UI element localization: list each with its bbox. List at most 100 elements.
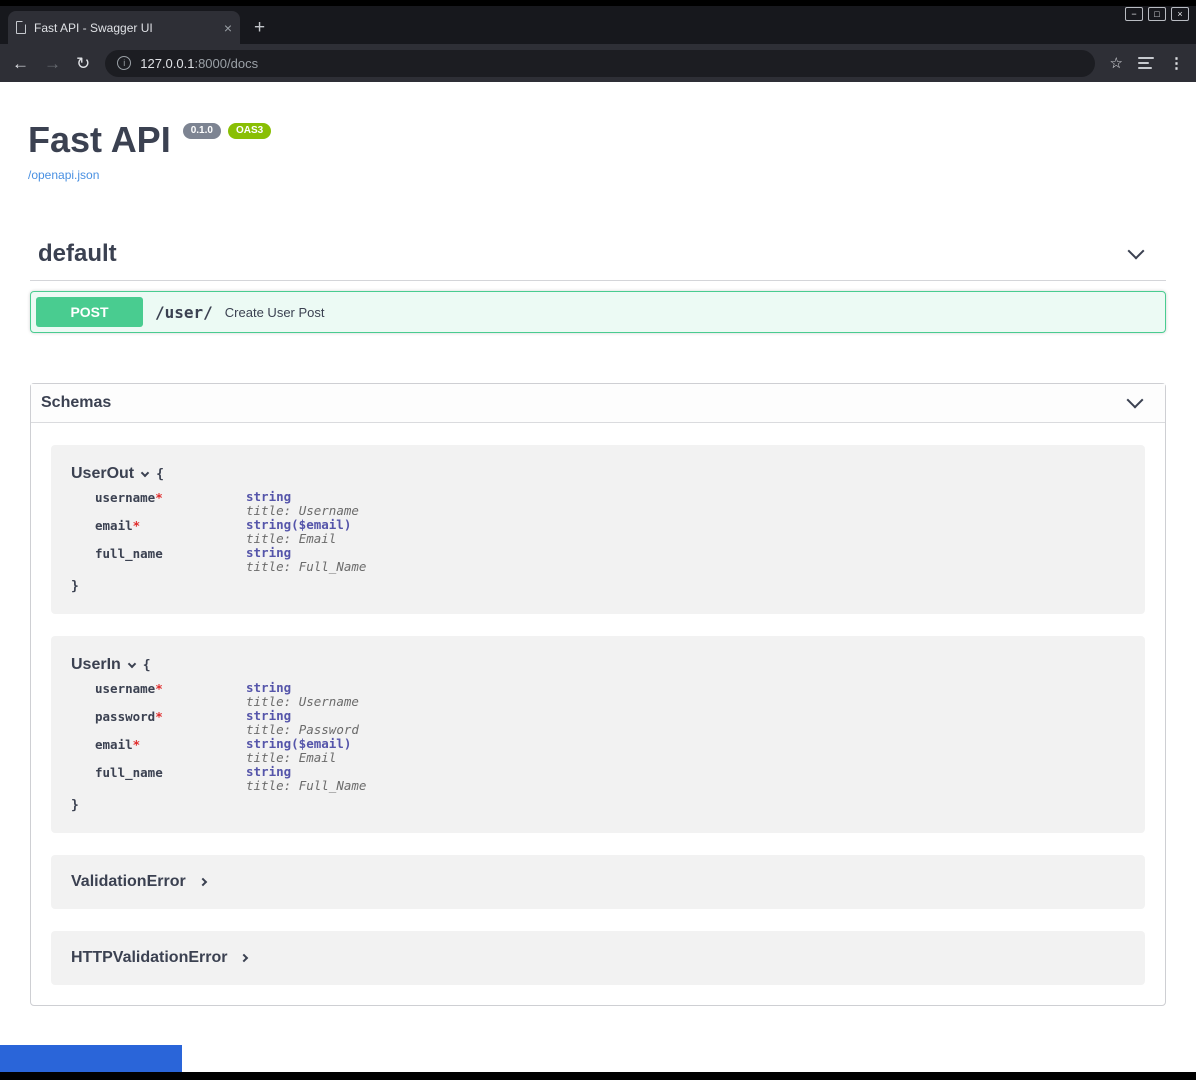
chevron-right-icon[interactable] xyxy=(198,878,206,886)
property-row: username*stringtitle: Username xyxy=(95,681,1125,709)
property-details: stringtitle: Full_Name xyxy=(246,546,366,574)
model-header[interactable]: UserIn{ xyxy=(71,656,1125,674)
property-name-cell: username* xyxy=(95,490,246,518)
property-name-cell: email* xyxy=(95,737,246,765)
schemas-header[interactable]: Schemas xyxy=(31,384,1165,423)
reload-icon[interactable]: ↻ xyxy=(76,55,90,72)
property-type: string xyxy=(246,680,291,695)
property-row: full_name stringtitle: Full_Name xyxy=(95,765,1125,793)
schemas-models: UserOut{username*stringtitle: Usernameem… xyxy=(31,423,1165,1005)
property-title-value: Username xyxy=(299,503,359,518)
browser-menu-icon[interactable]: ⋮ xyxy=(1169,55,1184,72)
window-bottom-border xyxy=(0,1072,1196,1080)
chevron-down-icon[interactable] xyxy=(1128,243,1145,260)
schemas-section: Schemas UserOut{username*stringtitle: Us… xyxy=(30,383,1166,1006)
model-header[interactable]: HTTPValidationError xyxy=(71,949,1125,967)
tab-title: Fast API - Swagger UI xyxy=(34,21,216,35)
property-details: stringtitle: Username xyxy=(246,681,359,709)
window-controls: − □ × xyxy=(1125,7,1189,21)
back-icon[interactable]: ← xyxy=(12,55,29,72)
property-title-value: Username xyxy=(299,694,359,709)
property-title-line: title: Email xyxy=(246,751,351,765)
property-type-line: string xyxy=(246,765,366,779)
model-UserOut: UserOut{username*stringtitle: Usernameem… xyxy=(51,445,1145,614)
property-type-line: string xyxy=(246,709,359,723)
address-bar[interactable]: i 127.0.0.1:8000/docs xyxy=(105,50,1094,77)
model-properties: username*stringtitle: Usernamepassword*s… xyxy=(95,681,1125,793)
endpoint-summary: Create User Post xyxy=(225,305,325,320)
property-name: full_name xyxy=(95,765,163,780)
property-type: string xyxy=(246,489,291,504)
url-path: :8000/docs xyxy=(194,56,258,71)
forward-icon[interactable]: → xyxy=(44,55,61,72)
property-details: string($email)title: Email xyxy=(246,737,351,765)
required-star: * xyxy=(155,490,163,505)
tag-header-default[interactable]: default xyxy=(30,240,1166,281)
openapi-json-link[interactable]: /openapi.json xyxy=(28,168,99,182)
chevron-down-icon[interactable] xyxy=(1127,392,1144,409)
endpoint-post-user[interactable]: POST /user/ Create User Post xyxy=(30,291,1166,333)
version-badge: 0.1.0 xyxy=(183,123,221,139)
property-title-label: title: xyxy=(246,778,291,793)
property-name-cell: password* xyxy=(95,709,246,737)
page-title: Fast API xyxy=(28,120,171,160)
property-title-value: Email xyxy=(299,531,337,546)
property-name: email xyxy=(95,518,133,533)
property-row: password*stringtitle: Password xyxy=(95,709,1125,737)
property-title-label: title: xyxy=(246,559,291,574)
property-title-label: title: xyxy=(246,531,291,546)
property-title-line: title: Username xyxy=(246,504,359,518)
url-text: 127.0.0.1:8000/docs xyxy=(140,56,258,71)
site-info-icon[interactable]: i xyxy=(117,56,131,70)
property-details: stringtitle: Password xyxy=(246,709,359,737)
required-star: * xyxy=(155,681,163,696)
property-title-label: title: xyxy=(246,722,291,737)
model-properties: username*stringtitle: Usernameemail*stri… xyxy=(95,490,1125,574)
tab-close-icon[interactable]: × xyxy=(224,21,232,35)
property-format: ($email) xyxy=(291,517,351,532)
model-header[interactable]: ValidationError xyxy=(71,873,1125,891)
tag-title: default xyxy=(38,240,117,268)
property-name: password xyxy=(95,709,155,724)
property-name-cell: full_name xyxy=(95,546,246,574)
property-title-label: title: xyxy=(246,694,291,709)
property-type: string xyxy=(246,764,291,779)
required-star: * xyxy=(133,737,141,752)
chevron-down-icon[interactable] xyxy=(141,468,149,476)
property-format: ($email) xyxy=(291,736,351,751)
close-brace: } xyxy=(71,798,1125,813)
property-details: stringtitle: Username xyxy=(246,490,359,518)
property-title-line: title: Full_Name xyxy=(246,560,366,574)
window-titlebar: − □ × Fast API - Swagger UI × + xyxy=(0,6,1196,44)
chevron-right-icon[interactable] xyxy=(240,954,248,962)
property-title-line: title: Full_Name xyxy=(246,779,366,793)
open-brace: { xyxy=(143,658,151,673)
property-title-value: Full_Name xyxy=(299,778,367,793)
status-bubble xyxy=(0,1045,182,1072)
property-title-label: title: xyxy=(246,503,291,518)
reading-list-icon[interactable] xyxy=(1138,57,1154,69)
property-type-line: string xyxy=(246,546,366,560)
browser-toolbar: ← → ↻ i 127.0.0.1:8000/docs ☆ ⋮ xyxy=(0,44,1196,82)
property-type-line: string xyxy=(246,681,359,695)
close-button[interactable]: × xyxy=(1171,7,1189,21)
property-title-label: title: xyxy=(246,750,291,765)
property-title-value: Email xyxy=(299,750,337,765)
open-brace: { xyxy=(156,467,164,482)
property-type-line: string xyxy=(246,490,359,504)
minimize-button[interactable]: − xyxy=(1125,7,1143,21)
browser-tab[interactable]: Fast API - Swagger UI × xyxy=(8,11,240,44)
bookmark-star-icon[interactable]: ☆ xyxy=(1110,55,1123,72)
new-tab-button[interactable]: + xyxy=(254,19,265,37)
method-badge: POST xyxy=(36,297,143,327)
property-name: email xyxy=(95,737,133,752)
chevron-down-icon[interactable] xyxy=(128,659,136,667)
property-row: username*stringtitle: Username xyxy=(95,490,1125,518)
property-details: stringtitle: Full_Name xyxy=(246,765,366,793)
model-UserIn: UserIn{username*stringtitle: Usernamepas… xyxy=(51,636,1145,833)
schemas-title: Schemas xyxy=(41,394,111,412)
model-header[interactable]: UserOut{ xyxy=(71,465,1125,483)
maximize-button[interactable]: □ xyxy=(1148,7,1166,21)
property-title-line: title: Password xyxy=(246,723,359,737)
property-type: string xyxy=(246,517,291,532)
